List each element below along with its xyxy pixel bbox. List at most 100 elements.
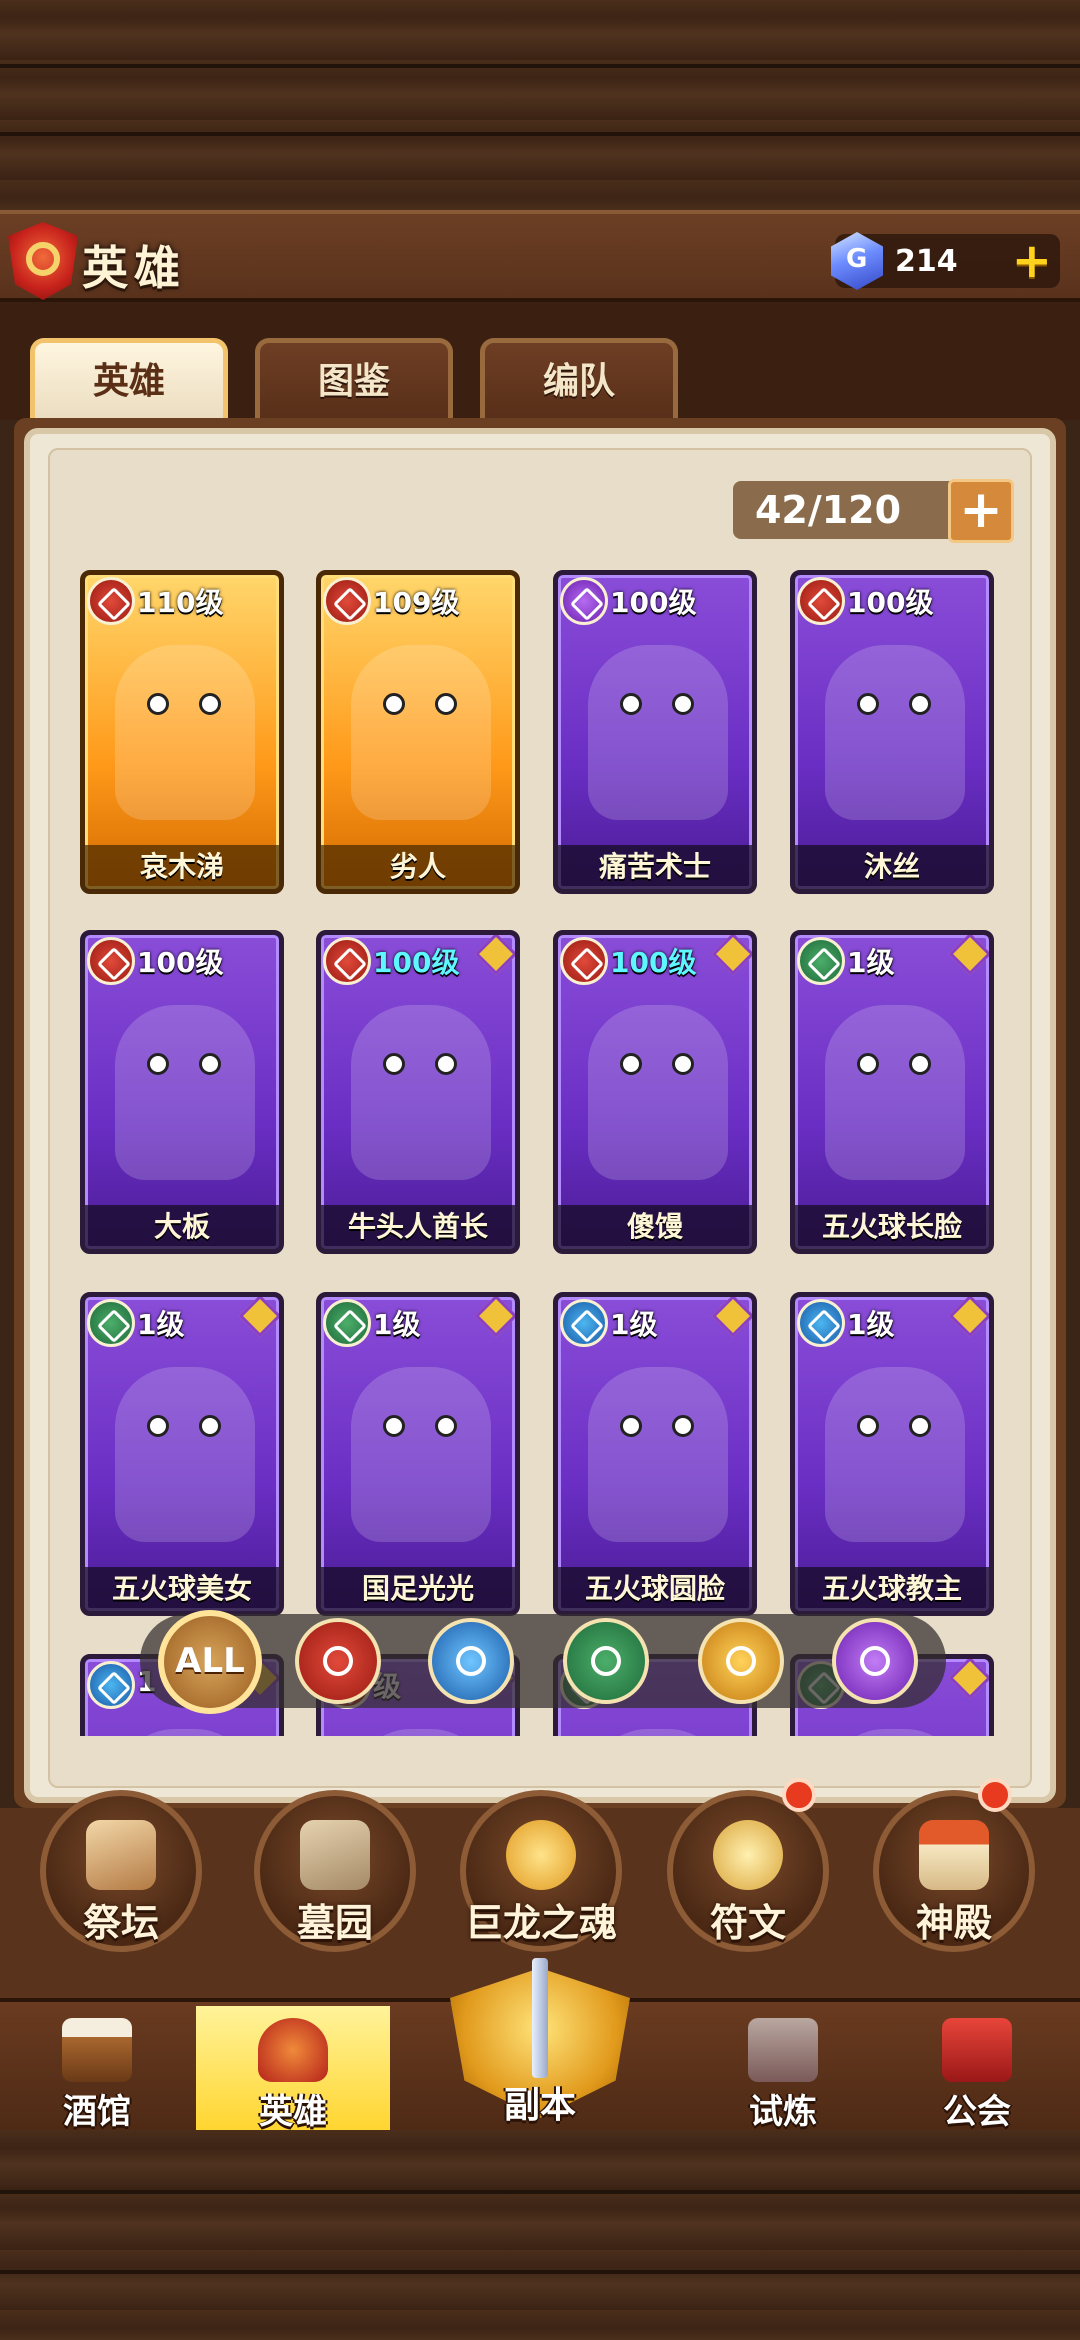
- red-faction-icon: [323, 577, 371, 625]
- hero-card[interactable]: 100级大板: [80, 930, 284, 1254]
- tab-heroes[interactable]: 英雄: [30, 338, 228, 420]
- altar-icon: [86, 1820, 156, 1890]
- hero-portrait: [588, 1005, 728, 1180]
- red-faction-icon: [87, 937, 135, 985]
- hero-level: 100级: [610, 586, 697, 619]
- hero-portrait: [351, 1367, 491, 1542]
- star-badge-icon: [474, 1297, 515, 1338]
- blue-faction-icon: [797, 1299, 845, 1347]
- add-gems-button[interactable]: +: [1012, 236, 1052, 286]
- nav-dungeon[interactable]: 副本: [420, 1958, 660, 2130]
- green-faction-icon: [87, 1299, 135, 1347]
- green-faction-icon: [323, 1299, 371, 1347]
- hero-name: 劣人: [321, 845, 515, 889]
- tab-codex[interactable]: 图鉴: [255, 338, 453, 420]
- hero-portrait: [825, 1367, 965, 1542]
- gem-counter[interactable]: 214 +: [831, 232, 1060, 290]
- header-bar: 英雄 214 +: [0, 210, 1080, 302]
- hero-name: 五火球圆脸: [558, 1567, 752, 1611]
- hero-name: 大板: [85, 1205, 279, 1249]
- hero-portrait: [351, 645, 491, 820]
- red-faction-icon: [560, 937, 608, 985]
- hero-name: 五火球教主: [795, 1567, 989, 1611]
- hero-level: 1级: [610, 1308, 658, 1341]
- tab-bar: 英雄 图鉴 编队: [0, 302, 1080, 420]
- purple-faction-icon: [560, 577, 608, 625]
- green-faction-icon: [797, 937, 845, 985]
- rune-icon: [713, 1820, 783, 1890]
- star-badge-icon: [948, 1659, 989, 1700]
- nav-tavern[interactable]: 酒馆: [0, 2006, 194, 2132]
- hero-level: 1级: [137, 1308, 185, 1341]
- red-faction-icon: [323, 937, 371, 985]
- blue-faction-icon: [87, 1661, 135, 1709]
- hero-card[interactable]: 1级国足光光: [316, 1292, 520, 1616]
- lion-faction-icon[interactable]: [428, 1618, 514, 1704]
- nature-faction-icon[interactable]: [563, 1618, 649, 1704]
- hero-card[interactable]: 1级五火球美女: [80, 1292, 284, 1616]
- star-badge-icon: [474, 935, 515, 976]
- hero-card[interactable]: 100级傻馒: [553, 930, 757, 1254]
- hero-name: 国足光光: [321, 1567, 515, 1611]
- gem-count: 214: [895, 244, 958, 279]
- hero-card[interactable]: 1级 五火球长脸: [790, 930, 994, 1254]
- star-badge-icon: [238, 1297, 279, 1338]
- nav-trial[interactable]: 试炼: [686, 2006, 880, 2132]
- page-title: 英雄: [82, 241, 186, 295]
- hero-helmet-icon: [258, 2018, 328, 2082]
- hero-name: 沐丝: [795, 845, 989, 889]
- hero-portrait: [588, 1729, 728, 1736]
- gem-icon: [831, 232, 883, 290]
- hero-level: 109级: [373, 586, 460, 619]
- red-faction-icon: [87, 577, 135, 625]
- hero-portrait: [588, 645, 728, 820]
- sun-faction-icon[interactable]: [698, 1618, 784, 1704]
- hero-card[interactable]: 100级痛苦术士: [553, 570, 757, 894]
- fire-faction-icon[interactable]: [295, 1618, 381, 1704]
- sword-icon: [532, 1958, 548, 2078]
- hero-portrait: [825, 1729, 965, 1736]
- tavern-icon: [62, 2018, 132, 2082]
- temple-button[interactable]: 神殿: [873, 1790, 1035, 1980]
- nav-guild[interactable]: 公会: [880, 2006, 1074, 2132]
- hero-name: 傻馒: [558, 1205, 752, 1249]
- dragon-soul-button[interactable]: 巨龙之魂: [460, 1790, 622, 1980]
- altar-button[interactable]: 祭坛: [40, 1790, 202, 1980]
- hero-card[interactable]: 100级沐丝: [790, 570, 994, 894]
- tab-formation[interactable]: 编队: [480, 338, 678, 420]
- hero-name: 痛苦术士: [558, 845, 752, 889]
- hero-portrait: [588, 1367, 728, 1542]
- filter-all-button[interactable]: ALL: [158, 1610, 262, 1714]
- hero-level: 110级: [137, 586, 224, 619]
- hero-portrait: [115, 1367, 255, 1542]
- hero-level: 100级: [610, 946, 697, 979]
- hero-name: 哀木涕: [85, 845, 279, 889]
- hero-level: 100级: [847, 586, 934, 619]
- star-badge-icon: [711, 935, 752, 976]
- hero-level: 100级: [137, 946, 224, 979]
- hero-name: 五火球美女: [85, 1567, 279, 1611]
- guild-banner-icon: [942, 2018, 1012, 2082]
- nav-heroes[interactable]: 英雄: [196, 2006, 390, 2132]
- rune-button[interactable]: 符文: [667, 1790, 829, 1980]
- blue-faction-icon: [560, 1299, 608, 1347]
- dragon-soul-icon: [506, 1820, 576, 1890]
- graveyard-button[interactable]: 墓园: [254, 1790, 416, 1980]
- rune-notification-badge: [782, 1778, 816, 1812]
- expand-roster-button[interactable]: +: [948, 479, 1014, 543]
- hero-card[interactable]: 1级 五火球教主: [790, 1292, 994, 1616]
- eye-faction-icon[interactable]: [832, 1618, 918, 1704]
- trial-castle-icon: [748, 2018, 818, 2082]
- hero-card[interactable]: 109级劣人: [316, 570, 520, 894]
- hero-portrait: [115, 1005, 255, 1180]
- hero-name: 牛头人酋长: [321, 1205, 515, 1249]
- hero-card[interactable]: 100级 牛头人酋长: [316, 930, 520, 1254]
- hero-portrait: [115, 1729, 255, 1736]
- hero-card[interactable]: 110级哀木涕: [80, 570, 284, 894]
- hero-portrait: [825, 645, 965, 820]
- hero-level: 1级: [373, 1308, 421, 1341]
- hero-card[interactable]: 1级五火球圆脸: [553, 1292, 757, 1616]
- temple-icon: [919, 1820, 989, 1890]
- star-badge-icon: [948, 1297, 989, 1338]
- star-badge-icon: [711, 1297, 752, 1338]
